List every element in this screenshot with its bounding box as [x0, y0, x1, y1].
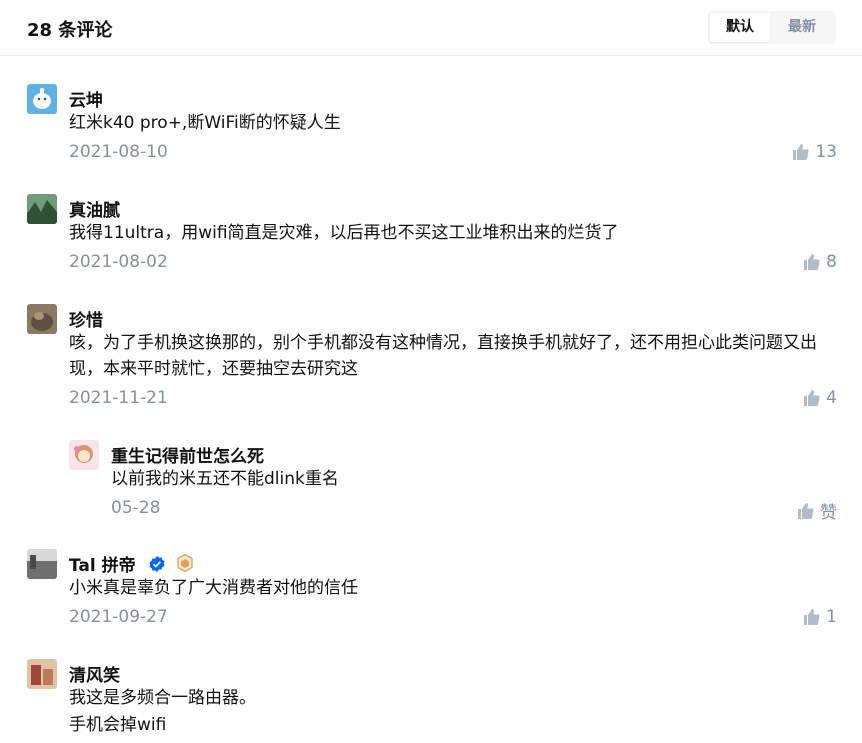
like-count: 8: [826, 252, 837, 272]
like-button[interactable]: 4: [802, 388, 837, 408]
like-button[interactable]: 赞: [796, 498, 837, 523]
comment-author[interactable]: 重生记得前世怎么死: [111, 442, 264, 467]
sort-latest-button[interactable]: 最新: [772, 13, 832, 42]
avatar[interactable]: [27, 659, 57, 689]
comment-date: 2021-08-10: [69, 142, 168, 162]
comment-content: 红米k40 pro+,断WiFi断的怀疑人生: [69, 113, 341, 133]
avatar[interactable]: [27, 304, 57, 334]
avatar[interactable]: [69, 440, 99, 470]
author-name: Tal 拼帝: [69, 556, 136, 576]
thumbs-up-icon: [802, 253, 820, 271]
comment-content: 我得11ultra，用wifi简直是灾难，以后再也不买这工业堆积出来的烂货了: [69, 223, 619, 243]
thumbs-up-icon: [791, 143, 809, 161]
comment-author[interactable]: 清风笑: [69, 661, 120, 686]
sort-default-button[interactable]: 默认: [710, 13, 770, 42]
like-count: 1: [826, 607, 837, 627]
comment-date: 2021-09-27: [69, 607, 168, 627]
like-count: 4: [826, 388, 837, 408]
comment-date: 05-28: [111, 498, 161, 518]
comment-content: 咳，为了手机换这换那的，别个手机都没有这种情况，直接换手机就好了，还不用担心此类…: [69, 333, 817, 379]
like-count: 13: [815, 142, 837, 162]
comment-author[interactable]: Tal 拼帝: [69, 551, 195, 578]
comment-date: 2021-08-02: [69, 252, 168, 272]
thumbs-up-icon: [802, 389, 820, 407]
comment-content: 以前我的米五还不能dlink重名: [111, 469, 339, 489]
comment-author[interactable]: 真油腻: [69, 196, 120, 221]
comment-content-line: 手机会掉wifi: [69, 715, 167, 735]
sort-toggle: 默认 最新: [708, 11, 836, 44]
comment-content: 小米真是辜负了广大消费者对他的信任: [69, 578, 358, 598]
like-button[interactable]: 8: [802, 252, 837, 272]
like-button[interactable]: 1: [802, 607, 837, 627]
thumbs-up-icon: [796, 502, 814, 520]
comment-date: 2021-11-21: [69, 388, 168, 408]
avatar[interactable]: [27, 194, 57, 224]
comments-header: 28 条评论 默认 最新: [0, 0, 862, 56]
avatar[interactable]: [27, 84, 57, 114]
comment-author[interactable]: 珍惜: [69, 306, 103, 331]
like-label: 赞: [820, 503, 837, 523]
comment-author[interactable]: 云坤: [69, 86, 103, 111]
thumbs-up-icon: [802, 608, 820, 626]
like-button[interactable]: 13: [791, 142, 837, 162]
comment-count-title: 28 条评论: [27, 20, 113, 41]
avatar[interactable]: [27, 549, 57, 579]
comment-content-line: 我这是多频合一路由器。: [69, 688, 256, 708]
